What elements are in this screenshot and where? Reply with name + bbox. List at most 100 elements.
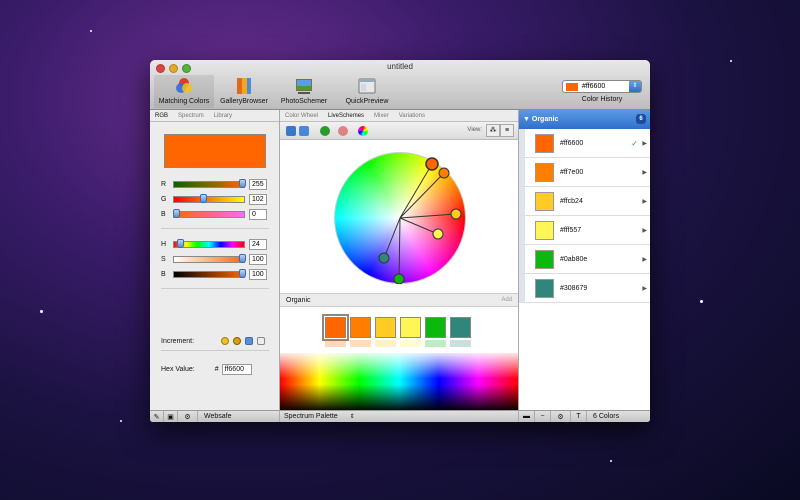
tab-mixer[interactable]: Mixer: [369, 110, 394, 121]
slider-green: G 102: [161, 193, 267, 205]
blue-slider[interactable]: [173, 208, 245, 218]
green-slider[interactable]: [173, 193, 245, 203]
saturation-value-input[interactable]: 100: [249, 253, 267, 265]
folder-icon[interactable]: ▬: [519, 410, 535, 422]
chevron-updown-icon[interactable]: ⇕: [350, 413, 355, 420]
scheme-marker[interactable]: [425, 157, 439, 171]
color-list-item[interactable]: #308679 ▶: [519, 274, 650, 303]
scheme-swatch[interactable]: [322, 314, 349, 341]
palette-select[interactable]: Spectrum Palette: [284, 413, 338, 420]
color-list-item[interactable]: #0ab80e ▶: [519, 245, 650, 274]
remove-icon[interactable]: [338, 126, 348, 136]
image-icon[interactable]: ▣: [164, 410, 178, 422]
brightness-value-input[interactable]: 100: [249, 268, 267, 280]
slider-thumb[interactable]: [173, 208, 180, 218]
green-value-input[interactable]: 102: [249, 193, 267, 205]
scheme-marker[interactable]: [432, 228, 444, 240]
darken-icon[interactable]: [233, 337, 242, 345]
color-list-item[interactable]: #ff6600 ✓ ▶: [519, 129, 650, 158]
add-button[interactable]: Add: [501, 297, 512, 303]
view-wheel-icon[interactable]: ⁂: [486, 124, 500, 137]
hex-input[interactable]: ff6600: [221, 364, 252, 375]
scheme-swatch[interactable]: [375, 317, 396, 338]
picker-tabs: RGB Spectrum Library: [150, 110, 279, 122]
toolbar-matching-colors[interactable]: Matching Colors: [154, 75, 214, 108]
scheme-swatch[interactable]: [425, 317, 446, 338]
scheme-marker[interactable]: [450, 208, 462, 220]
color-list-label: #ff7e00: [560, 168, 584, 176]
tab-rgb[interactable]: RGB: [150, 110, 173, 121]
color-wheel[interactable]: [334, 152, 466, 284]
scheme-marker[interactable]: [438, 167, 450, 179]
arrow-right-icon[interactable]: ▶: [642, 256, 647, 263]
tab-variations[interactable]: Variations: [394, 110, 430, 121]
tab-liveschemes[interactable]: LiveSchemes: [323, 110, 369, 121]
gallery-browser-icon: [237, 78, 251, 94]
scheme-list-title: Organic: [531, 116, 559, 123]
minus-icon[interactable]: −: [535, 410, 551, 422]
arrow-down-icon[interactable]: [257, 337, 266, 345]
increment-row: Increment:: [161, 337, 266, 345]
arrow-right-icon[interactable]: ▶: [642, 169, 647, 176]
gear-icon[interactable]: ⚙: [551, 410, 571, 422]
eyedropper-icon[interactable]: ✎: [150, 410, 164, 422]
save-icon[interactable]: [286, 126, 296, 136]
websafe-label[interactable]: Websafe: [204, 413, 232, 420]
slider-thumb[interactable]: [177, 238, 184, 248]
color-list-swatch: [535, 133, 554, 153]
save-as-icon[interactable]: [299, 126, 309, 136]
red-slider[interactable]: [173, 178, 246, 188]
spectrum-palette[interactable]: [280, 353, 518, 410]
slider-thumb[interactable]: [239, 178, 246, 188]
slider-thumb[interactable]: [239, 253, 246, 263]
gear-icon[interactable]: ⚙: [178, 410, 198, 422]
toolbar-gallery-browser[interactable]: GalleryBrowser: [214, 75, 274, 108]
color-history-select[interactable]: #ff6600 ⇕: [562, 80, 642, 93]
add-icon[interactable]: [320, 126, 330, 136]
arrow-right-icon[interactable]: ▶: [642, 140, 647, 147]
lighten-icon[interactable]: [221, 337, 230, 345]
slider-thumb[interactable]: [239, 268, 246, 278]
color-list-item[interactable]: #fff557 ▶: [519, 216, 650, 245]
toolbar-quick-preview[interactable]: QuickPreview: [334, 75, 400, 108]
blue-value-input[interactable]: 0: [249, 208, 267, 220]
scheme-swatch[interactable]: [450, 317, 471, 338]
color-picker-panel: RGB Spectrum Library R 255 G 102 B 0 H 2…: [150, 110, 280, 422]
color-list-swatch: [535, 220, 554, 240]
scheme-marker[interactable]: [393, 273, 405, 284]
color-count-label: 6 Colors: [593, 413, 620, 420]
view-list-icon[interactable]: ≡: [500, 124, 514, 137]
red-value-input[interactable]: 255: [249, 178, 267, 190]
scheme-name-bar: Organic Add: [280, 293, 518, 307]
hue-slider[interactable]: [173, 238, 245, 248]
color-list-label: #ffcb24: [560, 197, 583, 205]
arrow-right-icon[interactable]: ▶: [642, 198, 647, 205]
tab-color-wheel[interactable]: Color Wheel: [280, 110, 323, 121]
scheme-name: Organic: [286, 297, 311, 304]
text-icon[interactable]: T: [571, 410, 587, 422]
color-list-item[interactable]: #ff7e00 ▶: [519, 158, 650, 187]
toolbar-photo-schemer[interactable]: PhotoSchemer: [274, 75, 334, 108]
arrow-up-icon[interactable]: [245, 337, 254, 345]
scheme-tabs: Color Wheel LiveSchemes Mixer Variations: [280, 110, 518, 122]
star: [700, 300, 703, 303]
color-wheel-icon[interactable]: [358, 126, 368, 136]
color-list-item[interactable]: #ffcb24 ▶: [519, 187, 650, 216]
scheme-marker[interactable]: [378, 252, 390, 264]
scheme-list-header[interactable]: ▼ Organic 6: [519, 110, 650, 129]
tab-spectrum[interactable]: Spectrum: [173, 110, 209, 121]
hex-row: Hex Value: # ff6600: [161, 364, 252, 375]
tab-library[interactable]: Library: [209, 110, 237, 121]
slider-thumb[interactable]: [200, 193, 207, 203]
scheme-swatch[interactable]: [400, 317, 421, 338]
hue-value-input[interactable]: 24: [249, 238, 267, 250]
saturation-slider[interactable]: [173, 253, 246, 263]
toolbar-label: PhotoSchemer: [280, 98, 328, 105]
arrow-right-icon[interactable]: ▶: [642, 227, 647, 234]
arrow-right-icon[interactable]: ▶: [642, 285, 647, 292]
color-count-badge: 6: [636, 114, 646, 124]
slider-label: S: [161, 255, 166, 263]
brightness-slider[interactable]: [173, 268, 246, 278]
scheme-swatch[interactable]: [350, 317, 371, 338]
star: [120, 420, 122, 422]
